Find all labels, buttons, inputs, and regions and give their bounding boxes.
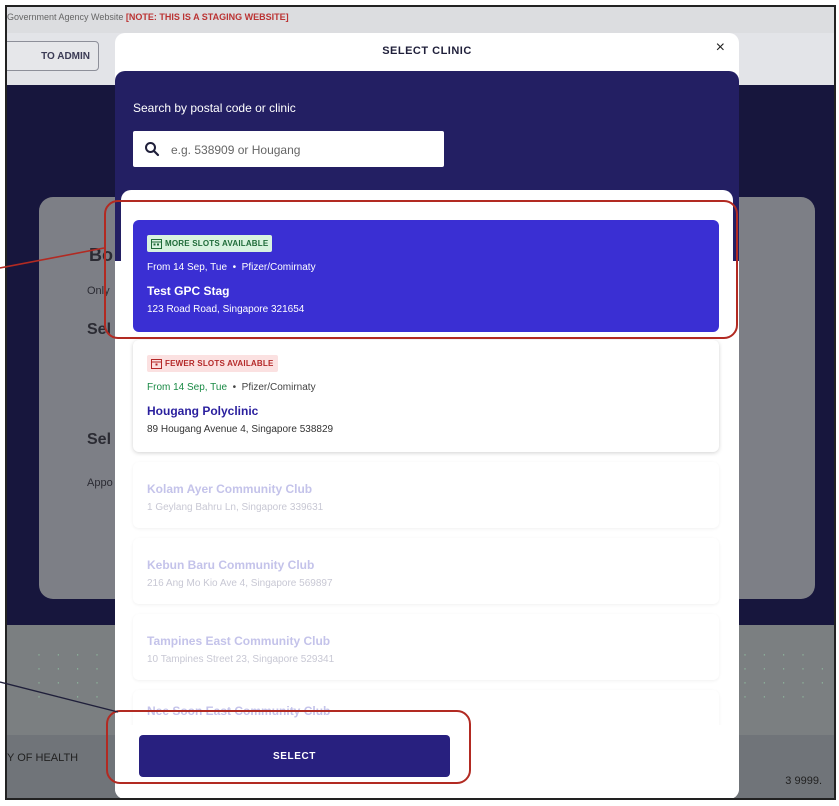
search-input[interactable] (169, 131, 438, 169)
clinic-item-test-gpc-stag[interactable]: MORE SLOTS AVAILABLE From 14 Sep, Tue • … (133, 220, 719, 332)
slots-badge: MORE SLOTS AVAILABLE (147, 235, 273, 252)
clinic-list[interactable]: MORE SLOTS AVAILABLE From 14 Sep, Tue • … (121, 190, 733, 725)
footer-ministry-text: Y OF HEALTH (7, 752, 79, 764)
clinic-name: Hougang Polyclinic (147, 404, 259, 418)
badge-label: MORE SLOTS AVAILABLE (165, 239, 269, 248)
search-box[interactable] (133, 131, 444, 169)
clinic-address: 123 Road Road, Singapore 321654 (147, 304, 305, 315)
clinic-item-kebun-baru: Kebun Baru Community Club 216 Ang Mo Kio… (133, 538, 719, 604)
clinic-name: Kebun Baru Community Club (147, 558, 315, 572)
clinic-address: 216 Ang Mo Kio Ave 4, Singapore 569897 (147, 578, 333, 589)
footer-dots-left: · · · · · · · · · · · · · · · · · · (37, 647, 125, 703)
clinic-address: 89 Hougang Avenue 4, Singapore 538829 (147, 424, 334, 435)
modal-header: SELECT CLINIC × (115, 33, 739, 71)
footer-dots-right: · · · · · · · · · · · · · · · · · · (743, 647, 831, 703)
booking-appointment-text: Appo (87, 477, 113, 489)
gov-notice-bar: Government Agency Website [NOTE: THIS IS… (7, 7, 834, 33)
select-button[interactable]: SELECT (139, 735, 450, 777)
booking-label-date: Sel (87, 431, 112, 448)
search-label: Search by postal code or clinic (133, 101, 296, 115)
clinic-item-hougang-polyclinic[interactable]: FEWER SLOTS AVAILABLE From 14 Sep, Tue •… (133, 340, 719, 452)
clinic-name: Kolam Ayer Community Club (147, 482, 313, 496)
select-clinic-modal: SELECT CLINIC × Search by postal code or… (115, 33, 739, 798)
calendar-icon (151, 239, 162, 249)
slots-badge: FEWER SLOTS AVAILABLE (147, 355, 278, 372)
close-icon[interactable]: × (716, 39, 725, 57)
calendar-icon (151, 359, 162, 369)
clinic-address: 10 Tampines Street 23, Singapore 529341 (147, 654, 335, 665)
modal-footer: SELECT (115, 725, 739, 798)
clinic-item-nee-soon-east: Nee Soon East Community Club (133, 690, 719, 725)
clinic-meta: From 14 Sep, Tue • Pfizer/Comirnaty (147, 382, 316, 393)
clinic-name: Nee Soon East Community Club (147, 704, 331, 718)
clinic-name: Tampines East Community Club (147, 634, 331, 648)
booking-label-location: Sel (87, 321, 112, 338)
gov-notice-text: Government Agency Website (7, 12, 124, 22)
staging-warning: [NOTE: THIS IS A STAGING WEBSITE] (125, 12, 289, 22)
badge-label: FEWER SLOTS AVAILABLE (165, 359, 274, 368)
screenshot-frame: Government Agency Website [NOTE: THIS IS… (5, 5, 836, 800)
clinic-name: Test GPC Stag (147, 284, 230, 298)
clinic-vaccine: Pfizer/Comirnaty (241, 262, 316, 273)
clinic-vaccine: Pfizer/Comirnaty (241, 382, 316, 393)
clinic-date: From 14 Sep, Tue (147, 262, 228, 273)
clinic-item-tampines-east: Tampines East Community Club 10 Tampines… (133, 614, 719, 680)
search-icon (145, 142, 160, 157)
clinic-item-kolam-ayer: Kolam Ayer Community Club 1 Geylang Bahr… (133, 462, 719, 528)
clinic-address: 1 Geylang Bahru Ln, Singapore 339631 (147, 502, 324, 513)
booking-heading: Bo (89, 245, 113, 265)
footer-phone-text: 3 9999. (785, 775, 822, 787)
clinic-date: From 14 Sep, Tue (147, 382, 228, 393)
clinic-meta: From 14 Sep, Tue • Pfizer/Comirnaty (147, 262, 316, 273)
to-admin-button[interactable]: TO ADMIN (7, 41, 99, 71)
modal-title: SELECT CLINIC (382, 45, 472, 57)
booking-subtext: Only (87, 285, 110, 297)
